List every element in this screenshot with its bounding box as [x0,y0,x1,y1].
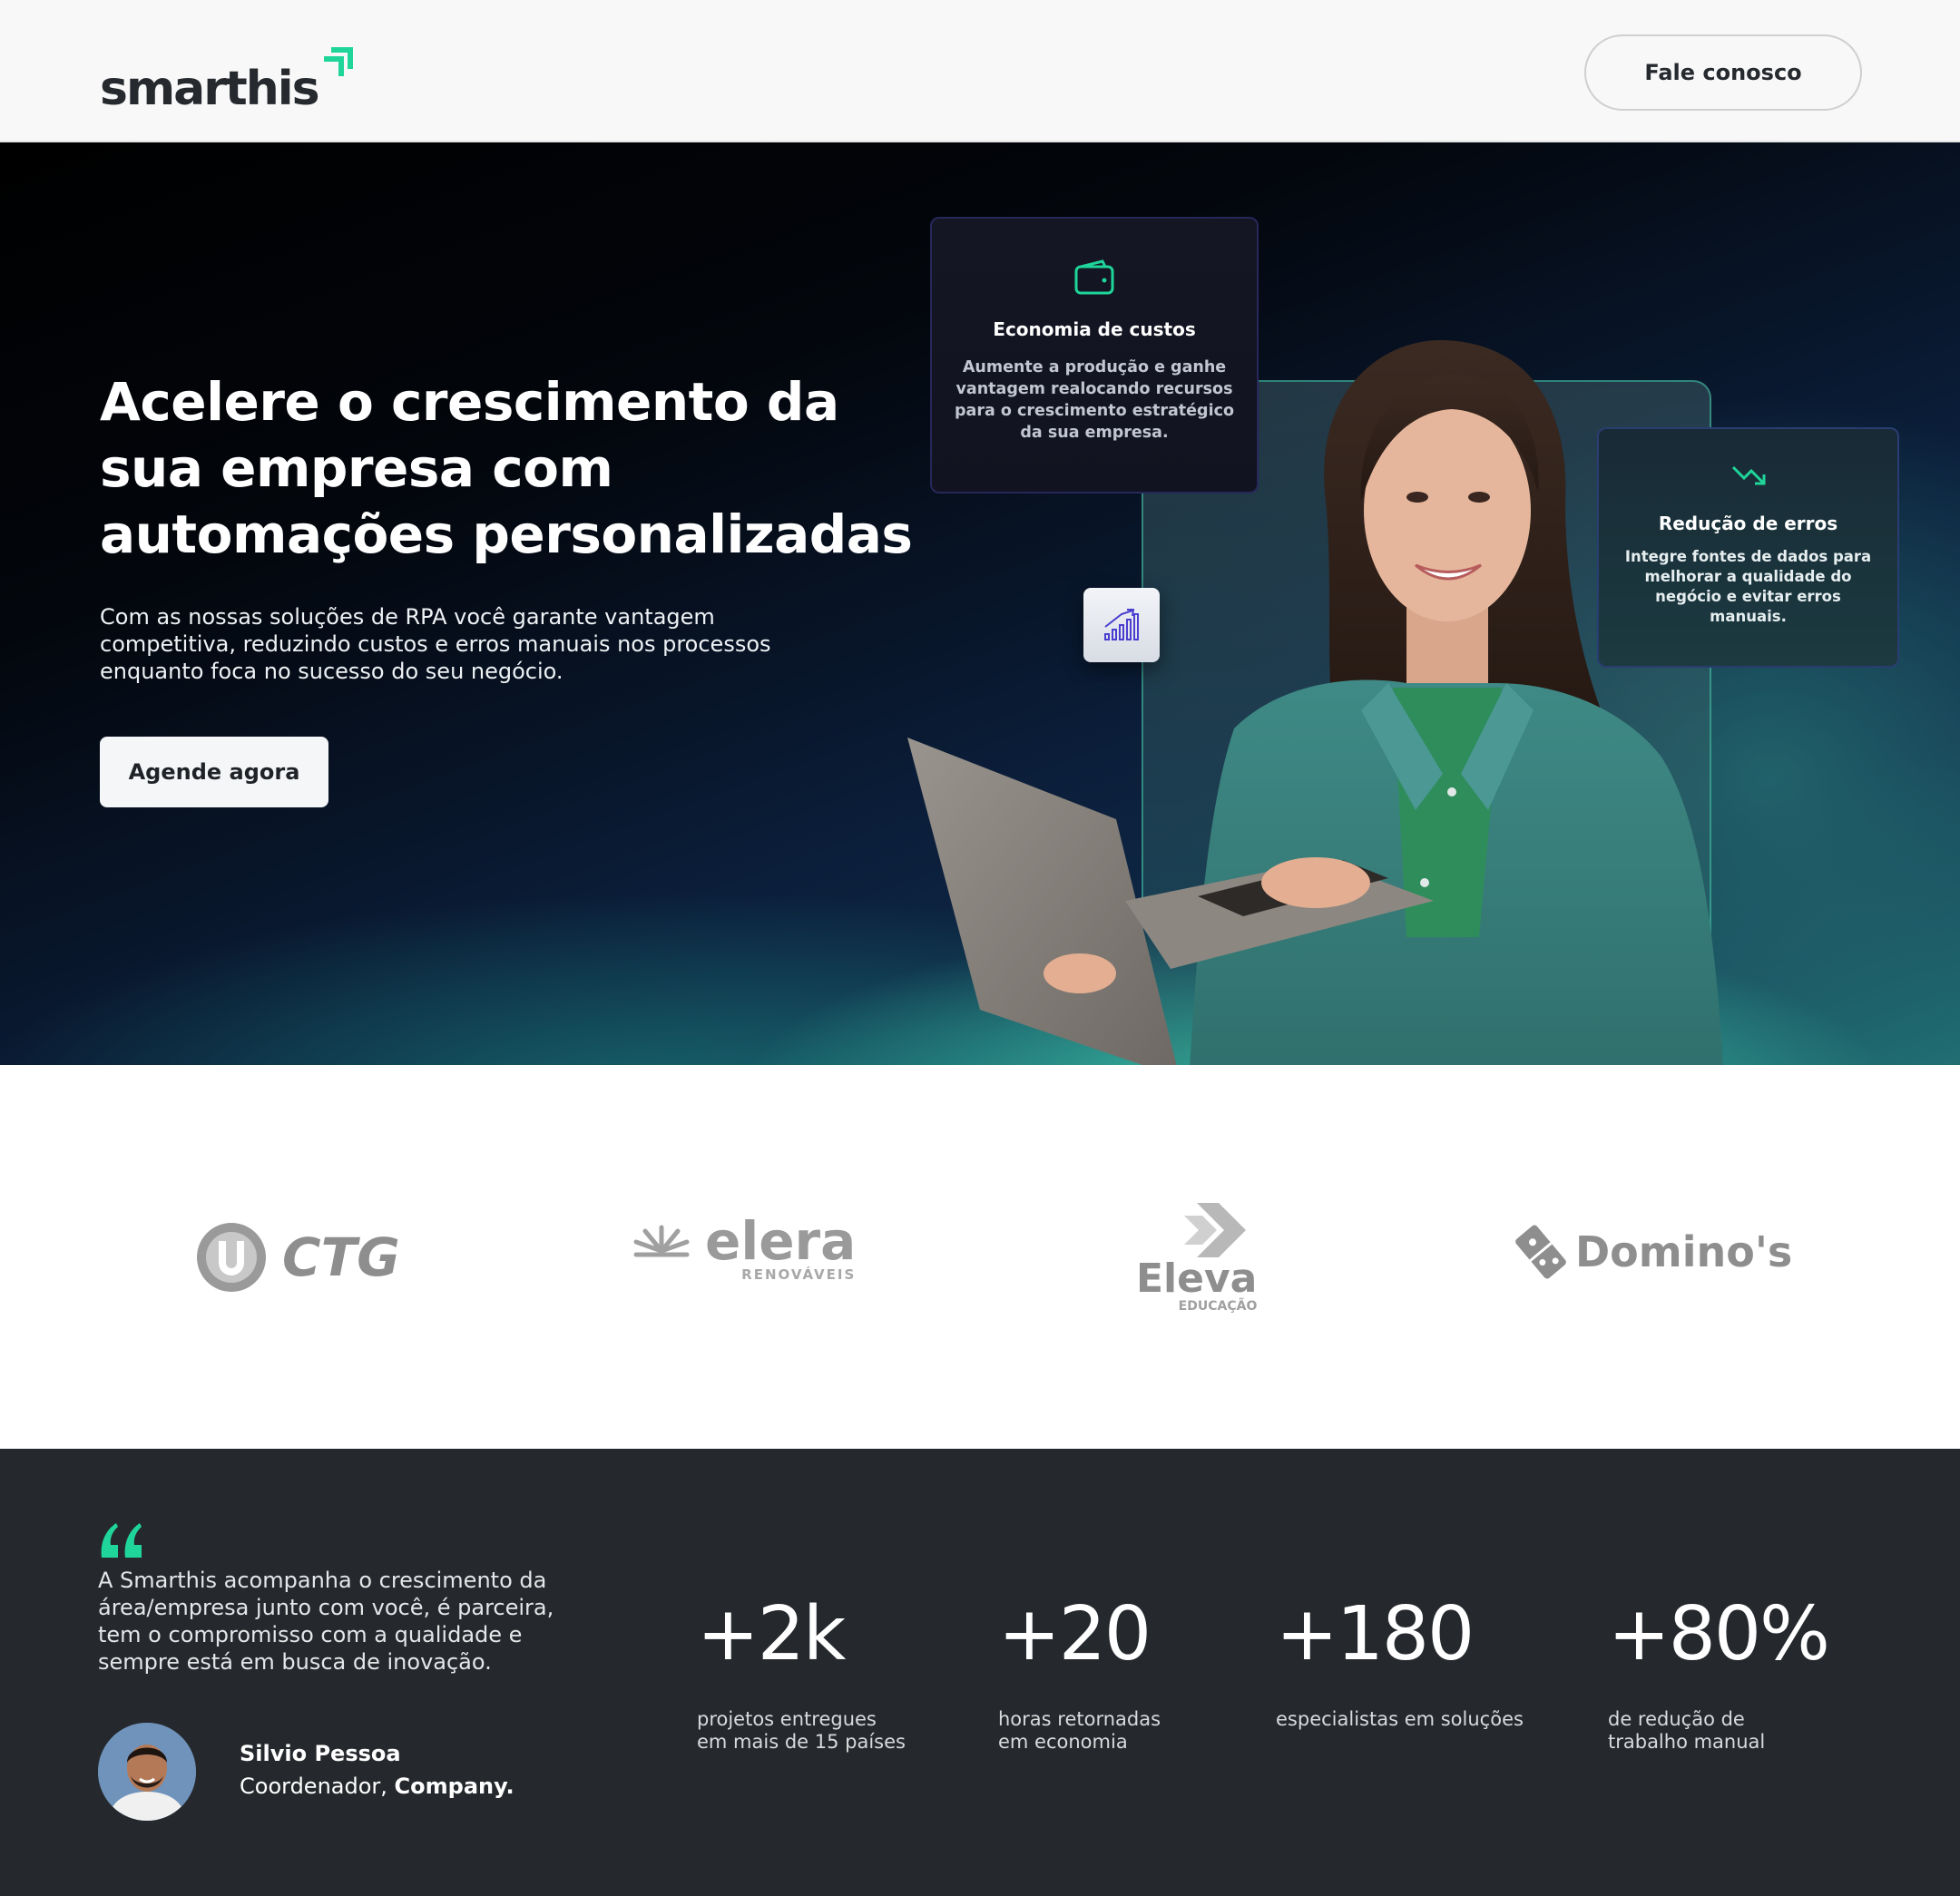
author-title: Coordenador, [240,1774,395,1799]
cost-savings-card: Economia de custos Aumente a produção e … [930,217,1259,494]
contact-button[interactable]: Fale conosco [1584,34,1862,111]
client-name: elera [705,1210,857,1272]
client-logo-elera: elera RENOVÁVEIS [632,1210,857,1283]
client-name: Eleva [1136,1256,1258,1302]
elera-sun-icon [633,1225,690,1257]
card-title: Economia de custos [993,318,1196,340]
author-role: Coordenador, Company. [240,1774,514,1799]
client-name: CTG [282,1227,400,1288]
card-title: Redução de erros [1658,513,1838,534]
stat-projects: +2k projetos entregues em mais de 15 paí… [697,1594,906,1754]
client-tagline: EDUCAÇÃO [1178,1299,1258,1314]
wallet-icon [1074,259,1114,295]
stat-label: horas retornadas em economia [998,1708,1161,1753]
stat-value: +180 [1276,1591,1475,1677]
client-name: Domino's [1575,1227,1793,1276]
stat-value: +80% [1608,1591,1830,1677]
client-logo-eleva: Eleva EDUCAÇÃO [1136,1203,1257,1314]
stat-value: +20 [998,1591,1152,1677]
testimonial-stats-section: A Smarthis acompanha o crescimento da ár… [0,1449,1960,1896]
stat-manual-work: +80% de redução de trabalho manual [1608,1591,1830,1754]
error-reduction-card: Redução de erros Integre fontes de dados… [1597,427,1899,668]
hero-title: Acelere o crescimento da sua empresa com… [100,371,913,565]
quote-icon [101,1523,142,1558]
smarthis-logo[interactable]: smarthis [100,40,357,112]
stat-label: de redução de trabalho manual [1608,1708,1766,1753]
card-text: Aumente a produção e ganhe vantagem real… [955,358,1234,442]
stat-label: projetos entregues em mais de 15 países [697,1708,906,1753]
testimonial-quote: A Smarthis acompanha o crescimento da ár… [98,1568,554,1675]
hero-subtitle: Com as nossas soluções de RPA você garan… [100,604,771,684]
trend-down-icon [1731,465,1765,485]
client-logo-dominos: Domino's [1514,1225,1792,1279]
author-photo [98,1723,196,1821]
site-header: smarthis Fale conosco [0,0,1960,142]
logo-arrow-icon [323,47,353,76]
stat-label: especialistas em soluções [1276,1708,1524,1730]
growth-chart-icon [1104,609,1139,640]
stat-specialists: +180 especialistas em soluções [1276,1594,1524,1731]
schedule-button[interactable]: Agende agora [100,737,328,807]
stat-value: +2k [697,1591,846,1677]
card-text: Integre fontes de dados para melhorar a … [1624,548,1872,625]
hero-section: Acelere o crescimento da sua empresa com… [0,142,1960,1065]
avatar [98,1723,196,1821]
ctg-emblem-icon [197,1223,266,1292]
client-tagline: RENOVÁVEIS [741,1266,857,1283]
client-logo-ctg: CTG [195,1221,400,1294]
eleva-arrow-icon [1183,1203,1246,1257]
stat-hours: +20 horas retornadas em economia [998,1594,1161,1754]
growth-chart-badge [1083,588,1160,662]
author-company: Company. [394,1774,514,1799]
logo-wordmark: smarthis [100,62,320,116]
author-name: Silvio Pessoa [240,1741,401,1766]
client-logos-section: CTG elera RENOVÁVEIS Eleva EDUCAÇÃO Domi… [0,1065,1960,1449]
dominos-tile-icon [1515,1225,1566,1279]
